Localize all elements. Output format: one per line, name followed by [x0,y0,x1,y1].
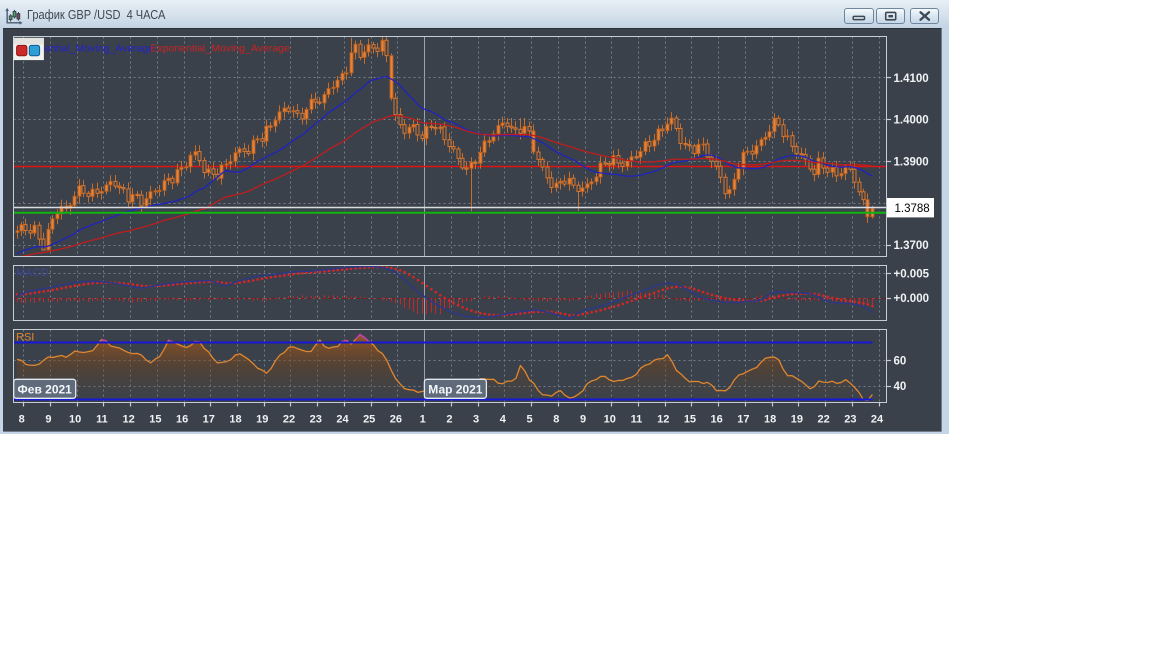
svg-text:19: 19 [791,414,803,426]
svg-text:10: 10 [69,414,81,426]
svg-text:1.3788: 1.3788 [895,203,930,215]
svg-text:1.3700: 1.3700 [894,240,929,252]
svg-text:2: 2 [446,414,452,426]
svg-text:15: 15 [149,414,161,426]
svg-text:12: 12 [657,414,669,426]
svg-text:22: 22 [283,414,295,426]
svg-text:1: 1 [420,414,426,426]
svg-text:16: 16 [711,414,723,426]
svg-text:15: 15 [684,414,696,426]
svg-text:10: 10 [604,414,616,426]
svg-text:18: 18 [229,414,241,426]
svg-text:1.3900: 1.3900 [894,157,929,169]
svg-text:26: 26 [390,414,402,426]
svg-text:22: 22 [817,414,829,426]
svg-text:1.4100: 1.4100 [894,73,929,85]
svg-text:8: 8 [19,414,25,426]
svg-text:ential_Moving_Average: ential_Moving_Average [45,43,155,55]
svg-text:16: 16 [176,414,188,426]
svg-text:5: 5 [527,414,533,426]
svg-text:17: 17 [737,414,749,426]
svg-text:9: 9 [45,414,51,426]
svg-text:11: 11 [631,414,643,426]
svg-text:4: 4 [500,414,507,426]
svg-text:25: 25 [363,414,375,426]
svg-text:8: 8 [553,414,559,426]
svg-text:Exponential_Moving_Average: Exponential_Moving_Average [151,43,290,55]
svg-text:19: 19 [256,414,268,426]
svg-text:12: 12 [122,414,134,426]
svg-text:23: 23 [310,414,322,426]
svg-text:24: 24 [336,414,349,426]
svg-text:24: 24 [871,414,884,426]
svg-text:Фев 2021: Фев 2021 [18,382,73,396]
svg-text:11: 11 [96,414,108,426]
svg-text:60: 60 [894,356,907,368]
svg-text:Мар 2021: Мар 2021 [428,382,483,396]
svg-text:23: 23 [844,414,856,426]
svg-text:MACD: MACD [16,267,48,279]
svg-text:40: 40 [894,381,907,393]
svg-text:3: 3 [473,414,479,426]
svg-text:RSI: RSI [16,332,34,344]
svg-text:17: 17 [203,414,215,426]
svg-text:+0.000: +0.000 [894,293,930,305]
svg-text:+0.005: +0.005 [894,269,930,281]
svg-text:1.4000: 1.4000 [894,115,929,127]
svg-text:18: 18 [764,414,776,426]
svg-text:9: 9 [580,414,586,426]
